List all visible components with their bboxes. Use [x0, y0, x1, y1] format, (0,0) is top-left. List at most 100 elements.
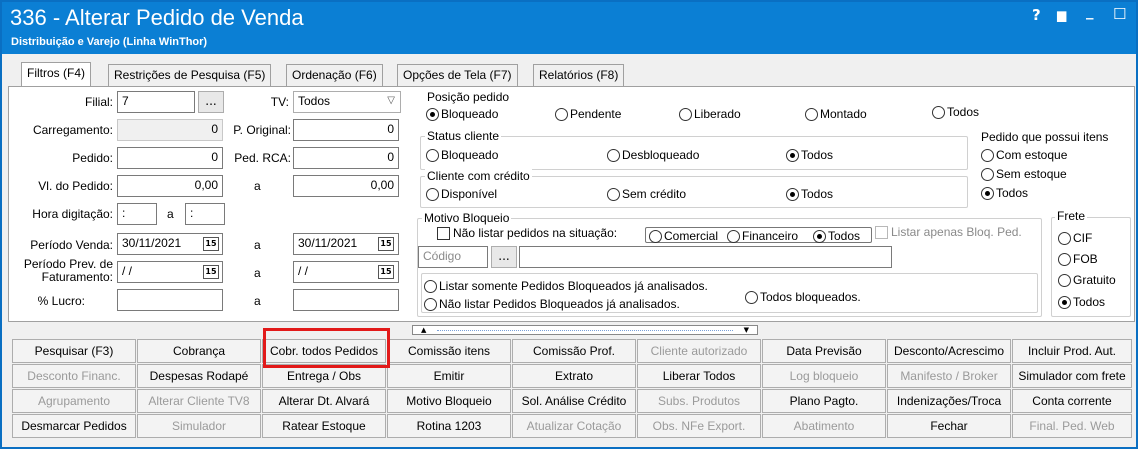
- radio-icon: [1058, 273, 1071, 287]
- maximize-button[interactable]: ☐: [1113, 5, 1126, 23]
- motivo-todos-radio[interactable]: Todos: [813, 229, 860, 243]
- action-button-cliente-autorizado[interactable]: Cliente autorizado: [637, 339, 761, 363]
- action-button-atualizar-cota-o[interactable]: Atualizar Cotação: [512, 414, 636, 438]
- action-button-conta-corrente[interactable]: Conta corrente: [1012, 389, 1132, 413]
- frete-cif-radio[interactable]: CIF: [1058, 231, 1092, 245]
- filial-lookup-button[interactable]: ...: [198, 91, 224, 113]
- lucro-from-field[interactable]: [117, 289, 223, 311]
- action-button-abatimento[interactable]: Abatimento: [762, 414, 886, 438]
- action-button-fechar[interactable]: Fechar: [887, 414, 1011, 438]
- action-button-indeniza-es-troca[interactable]: Indenizações/Troca: [887, 389, 1011, 413]
- action-button-ratear-estoque[interactable]: Ratear Estoque: [262, 414, 386, 438]
- radio-label: Financeiro: [742, 229, 799, 243]
- calendar-icon[interactable]: 15: [203, 237, 219, 251]
- posicao-bloqueado-radio[interactable]: Bloqueado: [426, 107, 498, 121]
- posicao-montado-radio[interactable]: Montado: [805, 107, 867, 121]
- calendar-icon[interactable]: 15: [378, 265, 394, 279]
- action-button-incluir-prod-aut[interactable]: Incluir Prod. Aut.: [1012, 339, 1132, 363]
- action-button-sol-an-lise-cr-dito[interactable]: Sol. Análise Crédito: [512, 389, 636, 413]
- calendar-icon[interactable]: 15: [203, 265, 219, 279]
- status-bloqueado-radio[interactable]: Bloqueado: [426, 148, 498, 162]
- p-original-field[interactable]: 0: [293, 119, 399, 141]
- action-button-final-ped-web[interactable]: Final. Ped. Web: [1012, 414, 1132, 438]
- pedido-field[interactable]: 0: [117, 147, 223, 169]
- codigo-field[interactable]: Código: [418, 246, 488, 268]
- motivo-descricao-field[interactable]: [519, 246, 892, 268]
- posicao-todos-radio[interactable]: Todos: [932, 105, 979, 119]
- codigo-lookup-button[interactable]: ...: [491, 246, 517, 268]
- action-button-extrato[interactable]: Extrato: [512, 364, 636, 388]
- radio-selected-icon: [426, 107, 439, 121]
- action-button-alterar-dt-alvar[interactable]: Alterar Dt. Alvará: [262, 389, 386, 413]
- minimize-button[interactable]: _: [1086, 2, 1094, 20]
- credito-disponivel-radio[interactable]: Disponível: [426, 187, 497, 201]
- action-button-agrupamento[interactable]: Agrupamento: [12, 389, 136, 413]
- action-button-log-bloqueio[interactable]: Log bloqueio: [762, 364, 886, 388]
- action-button-simulador-com-frete[interactable]: Simulador com frete: [1012, 364, 1132, 388]
- vl-pedido-from-field[interactable]: 0,00: [117, 175, 223, 197]
- action-button-simulador[interactable]: Simulador: [137, 414, 261, 438]
- frete-gratuito-radio[interactable]: Gratuito: [1058, 273, 1116, 287]
- tab-filtros[interactable]: Filtros (F4): [21, 62, 91, 87]
- lucro-to-field[interactable]: [293, 289, 399, 311]
- range-a-label: a: [254, 266, 261, 280]
- help-button[interactable]: ?: [1032, 6, 1041, 24]
- action-button-data-previs-o[interactable]: Data Previsão: [762, 339, 886, 363]
- action-button-plano-pagto[interactable]: Plano Pagto.: [762, 389, 886, 413]
- action-button-desconto-financ[interactable]: Desconto Financ.: [12, 364, 136, 388]
- action-button-rotina-1203[interactable]: Rotina 1203: [387, 414, 511, 438]
- posicao-pendente-radio[interactable]: Pendente: [555, 107, 621, 121]
- nao-listar-analisados-radio[interactable]: Não listar Pedidos Bloqueados já analisa…: [424, 297, 680, 311]
- itens-com-estoque-radio[interactable]: Com estoque: [981, 148, 1067, 162]
- tab-opcoes-tela[interactable]: Opções de Tela (F7): [397, 64, 518, 86]
- highlight-box: [263, 328, 390, 368]
- itens-todos-radio[interactable]: Todos: [981, 186, 1028, 200]
- action-button-cobran-a[interactable]: Cobrança: [137, 339, 261, 363]
- tab-relatorios[interactable]: Relatórios (F8): [533, 64, 625, 86]
- action-button-obs-nfe-export[interactable]: Obs. NFe Export.: [637, 414, 761, 438]
- ped-rca-field[interactable]: 0: [293, 147, 399, 169]
- action-button-comiss-o-prof[interactable]: Comissão Prof.: [512, 339, 636, 363]
- listar-apenas-checkbox[interactable]: Listar apenas Bloq. Ped.: [875, 225, 1022, 239]
- itens-sem-estoque-radio[interactable]: Sem estoque: [981, 167, 1067, 181]
- status-desbloqueado-radio[interactable]: Desbloqueado: [607, 148, 699, 162]
- action-button-desmarcar-pedidos[interactable]: Desmarcar Pedidos: [12, 414, 136, 438]
- hora-from-field[interactable]: :: [117, 203, 157, 225]
- periodo-prev-label: Período Prev. de Faturamento:: [9, 258, 113, 284]
- vl-pedido-to-field[interactable]: 0,00: [293, 175, 399, 197]
- listar-somente-radio[interactable]: Listar somente Pedidos Bloqueados já ana…: [424, 279, 708, 293]
- filial-field[interactable]: 7: [117, 91, 195, 113]
- frete-todos-radio[interactable]: Todos: [1058, 295, 1105, 309]
- todos-bloqueados-radio[interactable]: Todos bloqueados.: [745, 290, 861, 304]
- action-button-alterar-cliente-tv8[interactable]: Alterar Cliente TV8: [137, 389, 261, 413]
- restore-button[interactable]: ▆: [1057, 8, 1066, 22]
- frete-fob-radio[interactable]: FOB: [1058, 252, 1098, 266]
- motivo-financeiro-radio[interactable]: Financeiro: [727, 229, 798, 243]
- nao-listar-checkbox[interactable]: Não listar pedidos na situação:: [437, 226, 617, 240]
- action-button-comiss-o-itens[interactable]: Comissão itens: [387, 339, 511, 363]
- tab-ordenacao[interactable]: Ordenação (F6): [286, 64, 383, 86]
- action-button-emitir[interactable]: Emitir: [387, 364, 511, 388]
- posicao-liberado-radio[interactable]: Liberado: [679, 107, 741, 121]
- hora-to-field[interactable]: :: [185, 203, 225, 225]
- tab-restricoes[interactable]: Restrições de Pesquisa (F5): [108, 64, 272, 86]
- radio-selected-icon: [1058, 295, 1071, 309]
- tv-select[interactable]: Todos ▽: [293, 91, 401, 113]
- action-button-subs-produtos[interactable]: Subs. Produtos: [637, 389, 761, 413]
- action-button-motivo-bloqueio[interactable]: Motivo Bloqueio: [387, 389, 511, 413]
- pedido-label: Pedido:: [72, 151, 113, 165]
- radio-icon: [607, 187, 620, 201]
- credito-sem-radio[interactable]: Sem crédito: [607, 187, 686, 201]
- action-button-pesquisar-f3[interactable]: Pesquisar (F3): [12, 339, 136, 363]
- action-button-liberar-todos[interactable]: Liberar Todos: [637, 364, 761, 388]
- status-todos-radio[interactable]: Todos: [786, 148, 833, 162]
- carregamento-field[interactable]: 0: [117, 119, 223, 141]
- calendar-icon[interactable]: 15: [378, 237, 394, 251]
- action-button-desconto-acrescimo[interactable]: Desconto/Acrescimo: [887, 339, 1011, 363]
- motivo-comercial-radio[interactable]: Comercial: [649, 229, 718, 243]
- radio-label: Todos: [947, 105, 980, 119]
- action-button-despesas-rodap[interactable]: Despesas Rodapé: [137, 364, 261, 388]
- action-button-manifesto-broker[interactable]: Manifesto / Broker: [887, 364, 1011, 388]
- panel-splitter[interactable]: ▲ ▼: [412, 325, 758, 335]
- credito-todos-radio[interactable]: Todos: [786, 187, 833, 201]
